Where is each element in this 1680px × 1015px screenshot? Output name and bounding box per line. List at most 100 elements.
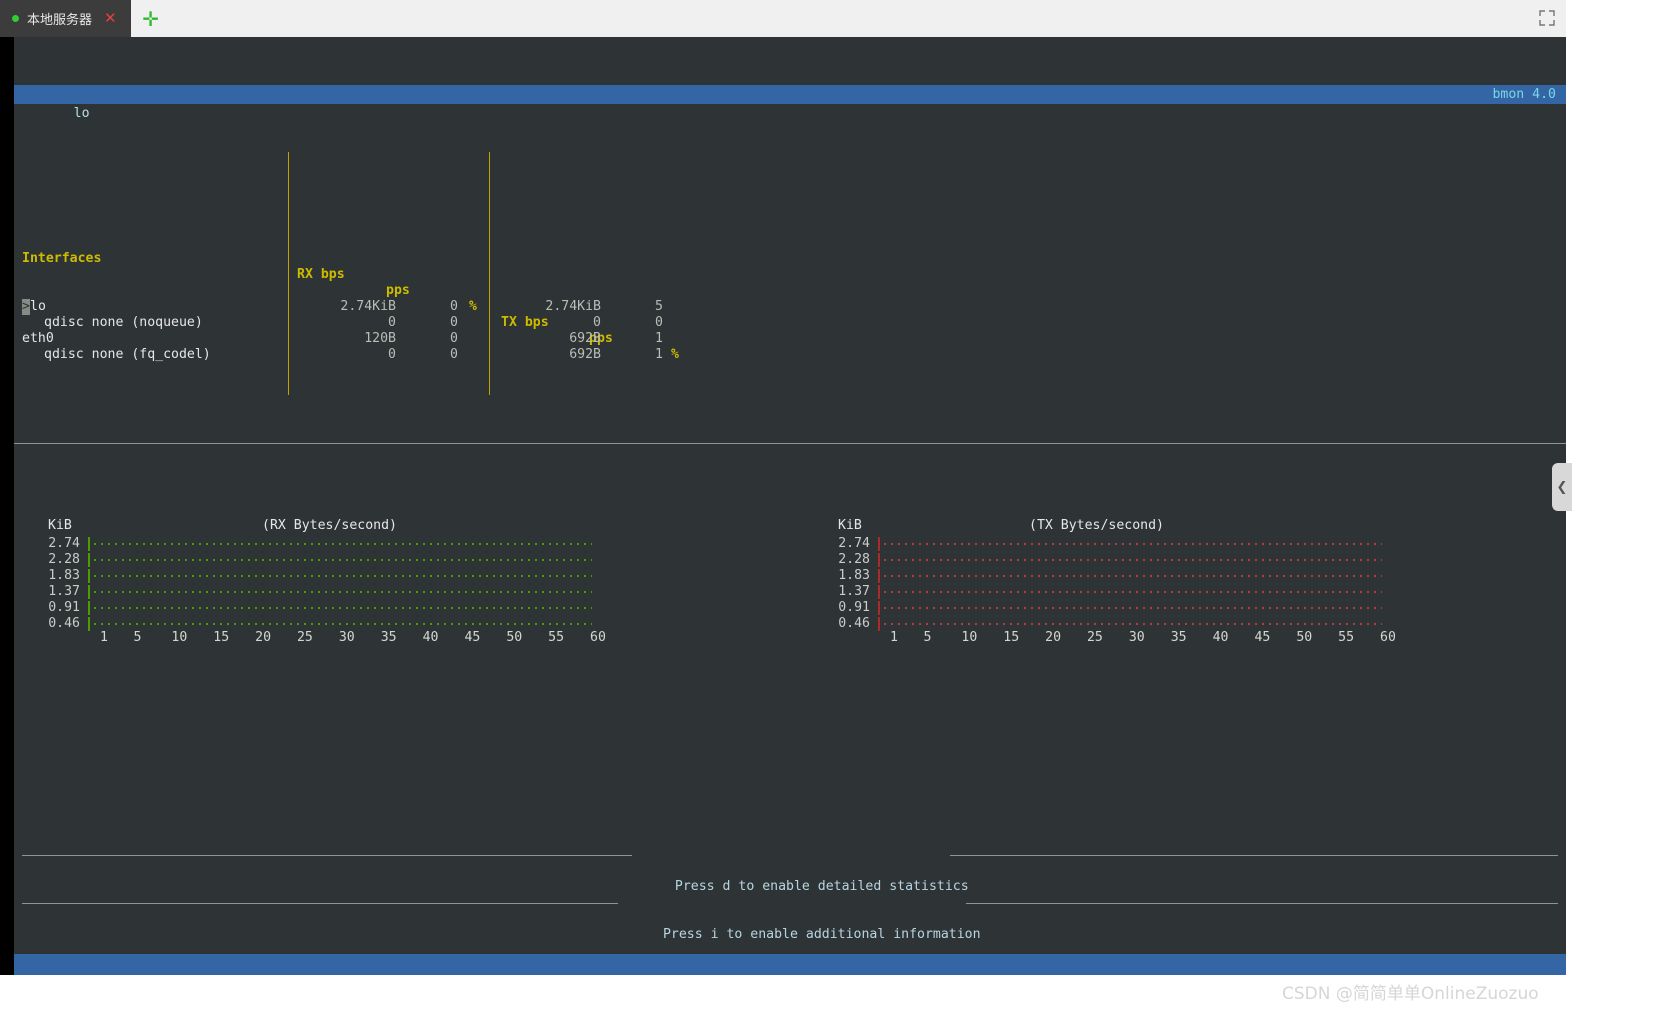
tx-bps-value: 2.74KiB	[545, 299, 601, 314]
tx-gridline	[884, 591, 1382, 593]
rx-bps-value: 0	[388, 347, 396, 362]
rx-bps-value: 0	[388, 315, 396, 330]
rx-x-axis: 1 5 10 15 20 25 30 35 40 45 50 55 60	[88, 630, 606, 645]
header-rx-bps: RX bps	[297, 267, 345, 282]
rx-axis-tick	[88, 585, 90, 599]
rx-x-tick-label: 30	[338, 630, 355, 645]
tx-y-tick-label: 1.37	[838, 584, 870, 599]
table-row[interactable]: eth0 120B 0 692B 1	[14, 331, 1566, 347]
rx-x-tick-label: 50	[506, 630, 523, 645]
tx-x-tick-label: 30	[1128, 630, 1145, 645]
connection-status-dot	[12, 15, 19, 22]
tx-pps-value: 1	[655, 331, 663, 346]
rx-bps-value: 2.74KiB	[340, 299, 396, 314]
rx-y-tick-label: 2.74	[48, 536, 80, 551]
tx-pps-value: 0	[655, 315, 663, 330]
tx-axis-tick	[878, 553, 880, 567]
rx-y-tick-label: 0.46	[48, 616, 80, 631]
table-row[interactable]: > lo 2.74KiB 0 2.74KiB 5	[14, 299, 1566, 315]
rx-x-tick-label: 35	[380, 630, 397, 645]
rx-x-tick-label: 10	[171, 630, 188, 645]
rx-pps-value: 0	[450, 331, 458, 346]
tx-bps-value: 692B	[569, 347, 601, 362]
rx-gridline	[94, 543, 592, 545]
rx-x-tick-label: 15	[213, 630, 230, 645]
new-tab-icon[interactable]: ✛	[131, 0, 171, 37]
rx-pps-value: 0	[450, 347, 458, 362]
rx-pps-value: 0	[450, 315, 458, 330]
rx-x-tick-label: 60	[590, 630, 606, 645]
tab-label: 本地服务器	[27, 13, 93, 28]
tx-gridline	[884, 543, 1382, 545]
interface-name: lo	[30, 299, 46, 314]
tx-x-tick-label: 35	[1170, 630, 1187, 645]
rx-y-unit: KiB	[48, 518, 72, 533]
tx-axis-tick	[878, 617, 880, 631]
rx-x-tick-label: 55	[548, 630, 565, 645]
tx-pps-value: 1	[655, 347, 663, 362]
tx-bps-value: 0	[593, 315, 601, 330]
hint-text: Press d to enable detailed statistics	[674, 879, 969, 894]
tab-bar: 本地服务器 ✕ ✛	[0, 0, 1566, 37]
tx-x-tick-label: 10	[961, 630, 978, 645]
rx-graph: KiB (RX Bytes/second) 2.74 2.28 1.83 1.37 0.…	[14, 512, 606, 645]
tx-gridline	[884, 575, 1382, 577]
rx-gridline	[94, 607, 592, 609]
bmon-terminal: lo bmon 4.0 Interfaces RX bps pps % TX b…	[14, 37, 1566, 975]
hint-additional-information: Press i to enable additional information	[14, 895, 1566, 942]
tx-x-tick-label: 20	[1045, 630, 1062, 645]
tx-pps-value: 5	[655, 299, 663, 314]
rx-gridline	[94, 575, 592, 577]
tx-bps-value: 692B	[569, 331, 601, 346]
rx-axis-tick	[88, 617, 90, 631]
table-row[interactable]: qdisc none (noqueue) 0 0 0 0	[14, 315, 1566, 331]
rx-y-tick-label: 0.91	[48, 600, 80, 615]
footer-hints: Press d to enable detailed statistics Pr…	[14, 815, 1566, 943]
tx-x-tick-label: 1	[890, 630, 898, 645]
expand-icon[interactable]	[1538, 9, 1556, 27]
tx-y-tick-label: 0.46	[838, 616, 870, 631]
table-row[interactable]: qdisc none (fq_codel) 0 0 692B 1	[14, 347, 1566, 363]
tx-x-axis: 1 5 10 15 20 25 30 35 40 45 50 55 60	[878, 630, 1396, 645]
rx-x-tick-label: 5	[133, 630, 142, 645]
tab-local-server[interactable]: 本地服务器 ✕	[0, 0, 131, 37]
tx-y-tick-label: 0.91	[838, 600, 870, 615]
rx-graph-title: (RX Bytes/second)	[262, 518, 397, 533]
rx-axis-tick	[88, 569, 90, 583]
terminal-window: 本地服务器 ✕ ✛ lo bmon 4.0 Interfaces RX bps …	[0, 0, 1566, 975]
rx-axis-tick	[88, 553, 90, 567]
interface-name: qdisc none (noqueue)	[44, 315, 203, 330]
tx-x-tick-label: 50	[1296, 630, 1313, 645]
rx-x-tick-label: 40	[422, 630, 439, 645]
rx-x-tick-label: 45	[464, 630, 481, 645]
tx-axis-tick	[878, 601, 880, 615]
rx-y-tick-label: 2.28	[48, 552, 80, 567]
row-selector-icon: >	[22, 299, 30, 315]
tx-axis-tick	[878, 585, 880, 599]
tx-x-tick-label: 25	[1086, 630, 1103, 645]
rx-gridline	[94, 559, 592, 561]
tx-y-unit: KiB	[838, 518, 862, 533]
tx-axis-tick	[878, 569, 880, 583]
rx-pps-value: 0	[450, 299, 458, 314]
tx-y-tick-label: 2.74	[838, 536, 870, 551]
close-icon[interactable]: ✕	[100, 11, 121, 26]
graph-area: KiB (RX Bytes/second) 2.74 2.28 1.83 1.37 0.…	[14, 512, 1566, 657]
watermark: CSDN @简简单单OnlineZuozuo	[1282, 984, 1539, 1004]
tx-y-tick-label: 2.28	[838, 552, 870, 567]
interface-name: eth0	[22, 331, 54, 346]
bmon-version: bmon 4.0	[1492, 87, 1556, 102]
rx-gridline	[94, 623, 592, 625]
tx-graph: KiB (TX Bytes/second) 2.74 2.28 1.83 1.37 0.…	[804, 512, 1396, 645]
hint-text: Press i to enable additional information	[662, 927, 981, 942]
tx-x-tick-label: 5	[923, 630, 932, 645]
tx-gridline	[884, 559, 1382, 561]
rx-x-tick-label: 25	[296, 630, 313, 645]
tx-y-tick-label: 1.83	[838, 568, 870, 583]
rx-bps-value: 120B	[364, 331, 396, 346]
tx-x-tick-label: 60	[1380, 630, 1396, 645]
tx-gridline	[884, 607, 1382, 609]
sidebar-collapse-icon[interactable]: ❮	[1552, 463, 1572, 511]
hint-detailed-statistics: Press d to enable detailed statistics	[14, 847, 1566, 894]
interface-rows: > lo 2.74KiB 0 2.74KiB 5 qdisc none (noqueue) 0…	[14, 299, 1566, 363]
